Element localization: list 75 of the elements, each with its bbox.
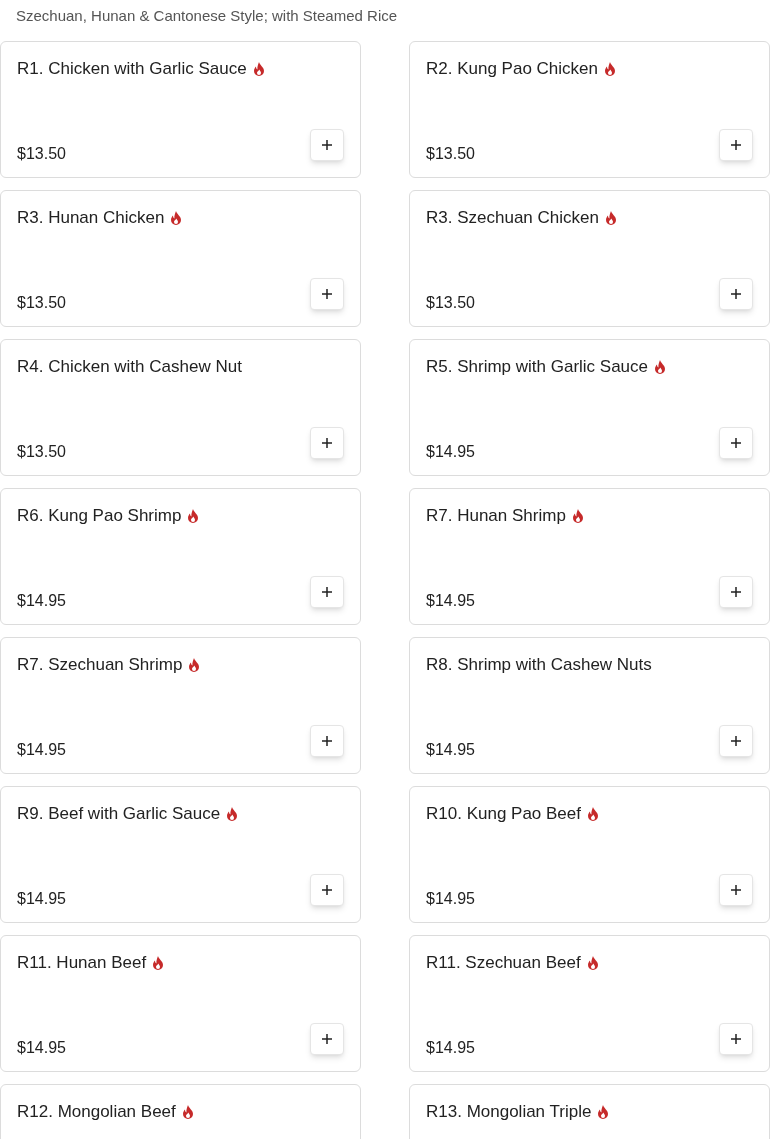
add-button[interactable] [719,278,753,310]
menu-item-card[interactable]: R11. Hunan Beef $14.95 [0,935,361,1072]
add-button[interactable] [310,1023,344,1055]
item-name: R3. Szechuan Chicken [426,207,599,229]
item-name: R6. Kung Pao Shrimp [17,505,182,527]
add-button[interactable] [310,576,344,608]
menu-item-card[interactable]: R6. Kung Pao Shrimp $14.95 [0,488,361,625]
item-price: $14.95 [426,1038,475,1058]
item-price: $14.95 [17,889,66,909]
item-price: $13.50 [426,293,475,313]
menu-item-card[interactable]: R9. Beef with Garlic Sauce $14.95 [0,786,361,923]
plus-icon [322,587,332,597]
menu-item-card[interactable]: R7. Szechuan Shrimp $14.95 [0,637,361,774]
plus-icon [322,885,332,895]
item-name: R4. Chicken with Cashew Nut [17,356,242,378]
menu-item-card[interactable]: R1. Chicken with Garlic Sauce $13.50 [0,41,361,178]
add-button[interactable] [719,576,753,608]
item-name: R2. Kung Pao Chicken [426,58,598,80]
menu-item-card[interactable]: R13. Mongolian Triple [409,1084,770,1139]
menu-item-card[interactable]: R12. Mongolian Beef [0,1084,361,1139]
add-button[interactable] [719,427,753,459]
menu-item-card[interactable]: R10. Kung Pao Beef $14.95 [409,786,770,923]
add-button[interactable] [719,725,753,757]
plus-icon [731,736,741,746]
item-price: $13.50 [17,442,66,462]
menu-item-card[interactable]: R3. Hunan Chicken $13.50 [0,190,361,327]
add-button[interactable] [310,874,344,906]
plus-icon [322,140,332,150]
item-name: R7. Szechuan Shrimp [17,654,183,676]
item-price: $14.95 [426,740,475,760]
item-price: $13.50 [17,293,66,313]
plus-icon [322,736,332,746]
item-price: $14.95 [426,591,475,611]
plus-icon [731,1034,741,1044]
item-name: R9. Beef with Garlic Sauce [17,803,221,825]
menu-item-card[interactable]: R5. Shrimp with Garlic Sauce $14.95 [409,339,770,476]
item-name: R5. Shrimp with Garlic Sauce [426,356,649,378]
item-name: R8. Shrimp with Cashew Nuts [426,654,652,676]
menu-item-card[interactable]: R11. Szechuan Beef $14.95 [409,935,770,1072]
plus-icon [731,587,741,597]
item-name: R12. Mongolian Beef [17,1101,176,1123]
add-button[interactable] [310,427,344,459]
item-name: R10. Kung Pao Beef [426,803,581,825]
item-name: R7. Hunan Shrimp [426,505,566,527]
item-price: $14.95 [17,1038,66,1058]
item-name: R11. Hunan Beef [17,952,147,974]
item-price: $14.95 [17,740,66,760]
menu-item-card[interactable]: R3. Szechuan Chicken $13.50 [409,190,770,327]
section-subtitle: Szechuan, Hunan & Cantonese Style; with Steamed Rice [16,7,398,24]
item-price: $13.50 [17,144,66,164]
add-button[interactable] [719,129,753,161]
item-price: $14.95 [426,442,475,462]
add-button[interactable] [719,874,753,906]
plus-icon [731,438,741,448]
item-price: $14.95 [426,889,475,909]
item-name: R1. Chicken with Garlic Sauce [17,58,247,80]
item-price: $14.95 [17,591,66,611]
item-name: R3. Hunan Chicken [17,207,165,229]
add-button[interactable] [310,278,344,310]
plus-icon [731,140,741,150]
plus-icon [322,438,332,448]
menu-item-card[interactable]: R8. Shrimp with Cashew Nuts $14.95 [409,637,770,774]
item-name: R13. Mongolian Triple [426,1101,592,1123]
menu-item-card[interactable]: R2. Kung Pao Chicken $13.50 [409,41,770,178]
item-price: $13.50 [426,144,475,164]
plus-icon [731,289,741,299]
plus-icon [322,1034,332,1044]
add-button[interactable] [310,725,344,757]
menu-item-card[interactable]: R7. Hunan Shrimp $14.95 [409,488,770,625]
add-button[interactable] [719,1023,753,1055]
plus-icon [322,289,332,299]
item-name: R11. Szechuan Beef [426,952,581,974]
menu-item-card[interactable]: R4. Chicken with Cashew Nut $13.50 [0,339,361,476]
plus-icon [731,885,741,895]
add-button[interactable] [310,129,344,161]
